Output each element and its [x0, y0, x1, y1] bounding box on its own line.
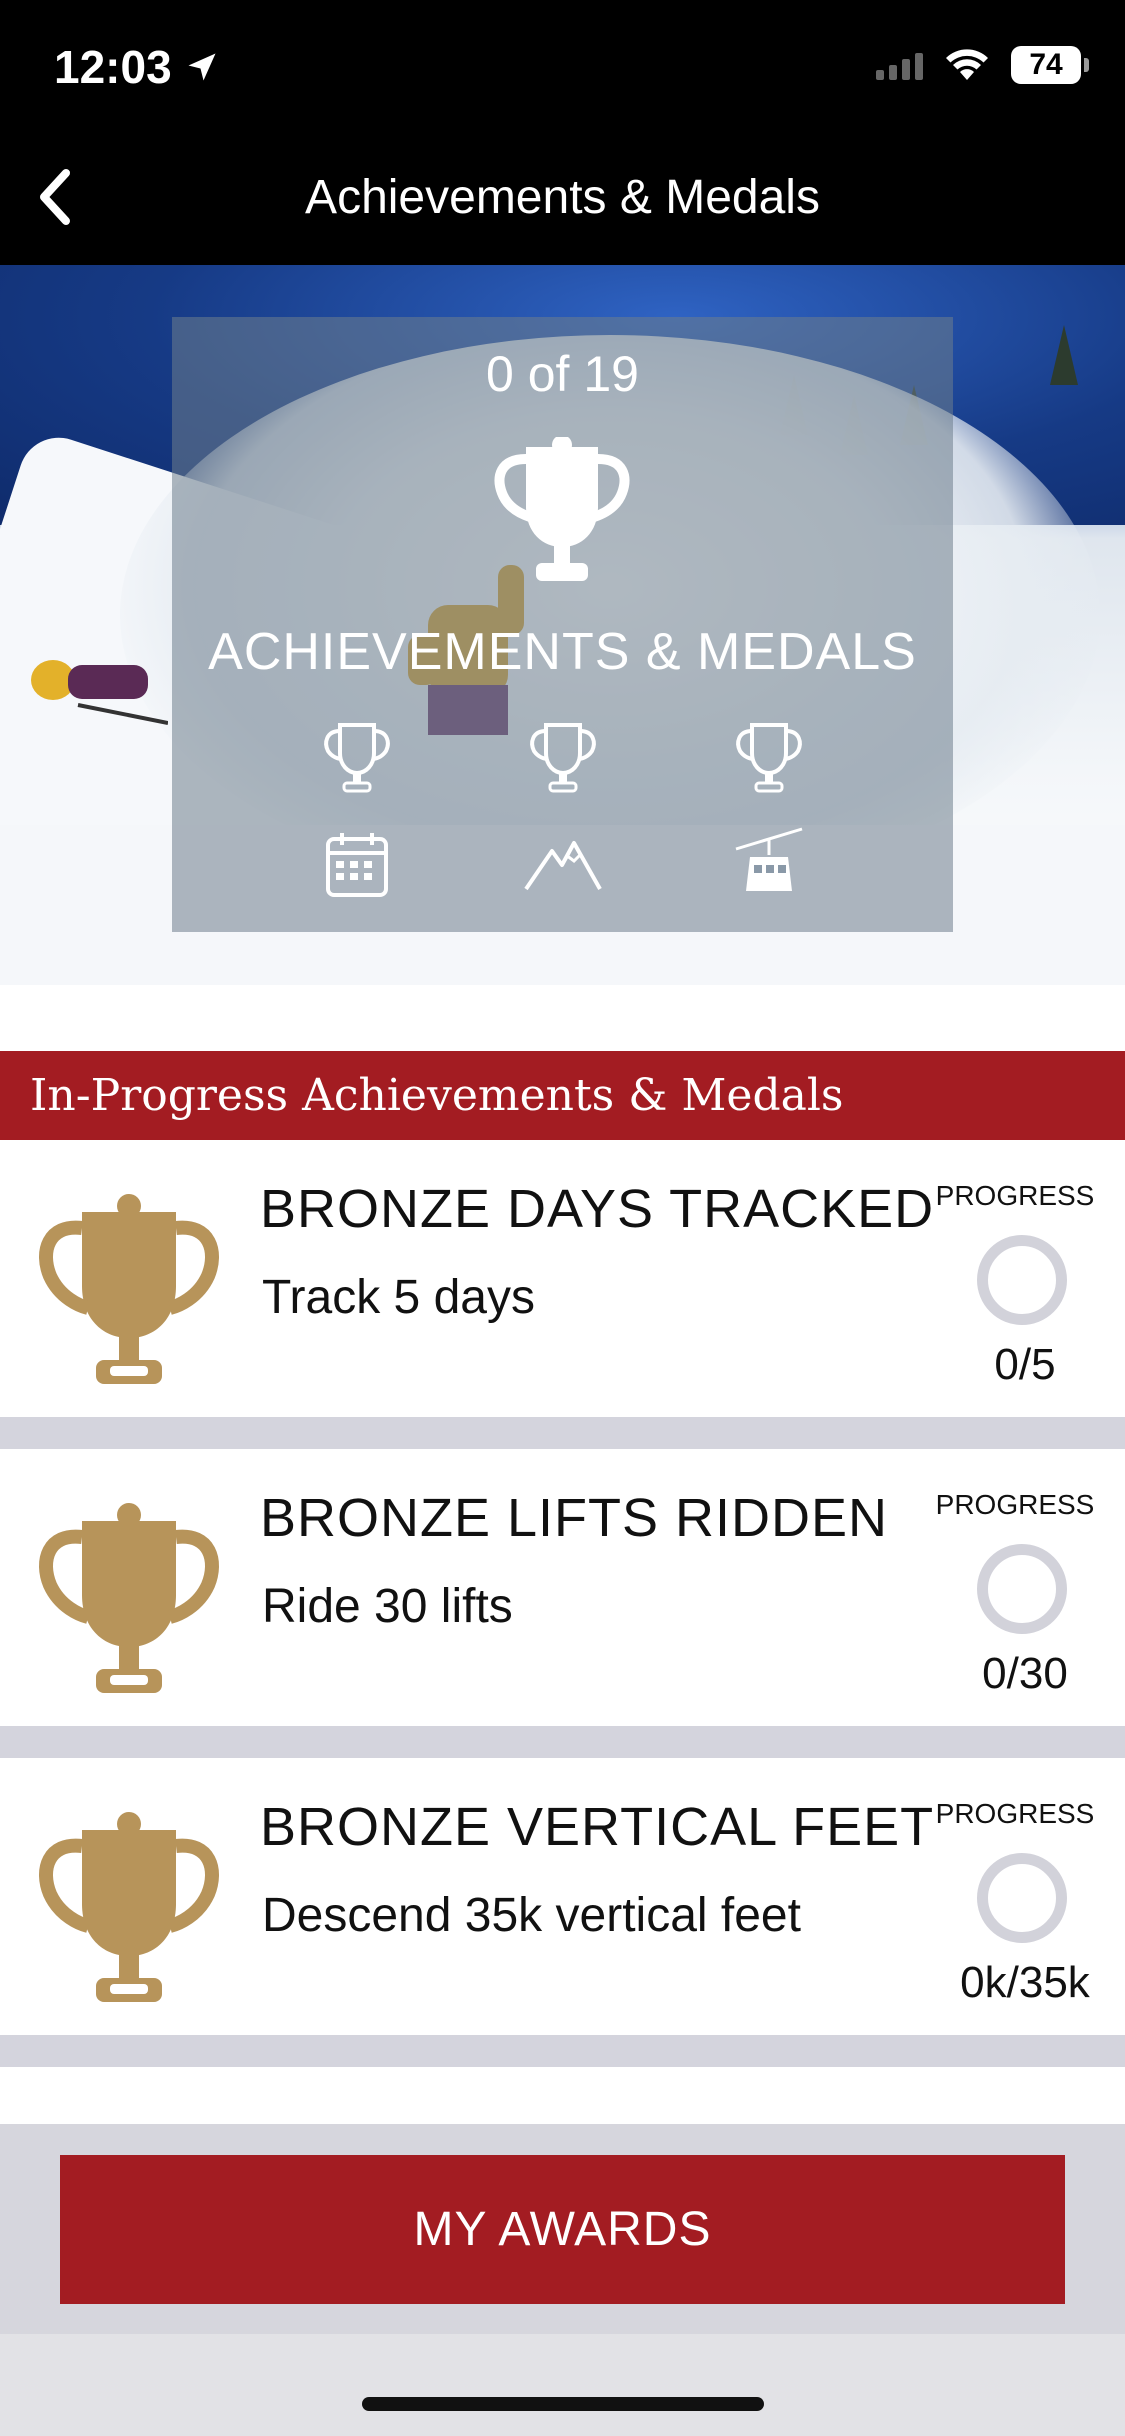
- cellular-signal-icon: [876, 50, 923, 80]
- progress-ring: [977, 1853, 1067, 1943]
- achievement-title: BRONZE LIFTS RIDDEN: [260, 1488, 889, 1548]
- progress-value: 0/30: [982, 1649, 1068, 1698]
- calendar-icon[interactable]: [320, 825, 394, 905]
- home-indicator[interactable]: [362, 2397, 764, 2411]
- trophy-icon[interactable]: [320, 717, 394, 797]
- achievements-summary-panel: 0 of 19 ACHIEVEMENTS & MEDALS: [172, 317, 953, 932]
- progress-label: PROGRESS: [935, 1489, 1095, 1520]
- progress-label: PROGRESS: [935, 1180, 1095, 1211]
- home-indicator-area: [0, 2334, 1125, 2436]
- progress-ring: [977, 1544, 1067, 1634]
- achievement-title: BRONZE DAYS TRACKED: [260, 1179, 935, 1239]
- achievement-card[interactable]: BRONZE DAYS TRACKED Track 5 days PROGRES…: [0, 1140, 1125, 1415]
- achievement-description: Ride 30 lifts: [262, 1580, 513, 1633]
- card-divider: [0, 2035, 1125, 2067]
- top-bar: 12:03 74 Achievements & Medals: [0, 0, 1125, 265]
- my-awards-button[interactable]: MY AWARDS: [60, 2155, 1065, 2304]
- trophy-icon: [494, 437, 630, 581]
- trophy-icon[interactable]: [732, 717, 806, 797]
- section-header: In-Progress Achievements & Medals: [0, 1051, 1125, 1140]
- achievements-heading: ACHIEVEMENTS & MEDALS: [208, 623, 917, 681]
- achievement-description: Descend 35k vertical feet: [262, 1889, 801, 1942]
- achievement-card[interactable]: BRONZE VERTICAL FEET Descend 35k vertica…: [0, 1758, 1125, 2033]
- achievement-card[interactable]: BRONZE LIFTS RIDDEN Ride 30 lifts PROGRE…: [0, 1449, 1125, 1724]
- card-divider: [0, 1726, 1125, 1758]
- bronze-trophy-icon: [39, 1812, 219, 2002]
- status-time-text: 12:03: [54, 41, 172, 93]
- progress-label: PROGRESS: [935, 1798, 1095, 1829]
- location-arrow-icon: [188, 53, 216, 81]
- tree-shape: [1050, 325, 1078, 385]
- skier-figure: [31, 660, 168, 725]
- progress-value: 0/5: [994, 1340, 1056, 1389]
- status-bar-indicators: 74: [876, 46, 1089, 84]
- achievements-count: 0 of 19: [486, 346, 639, 402]
- mountain-icon[interactable]: [522, 825, 604, 905]
- gondola-icon[interactable]: [732, 825, 806, 905]
- card-divider: [0, 1417, 1125, 1449]
- achievement-description: Track 5 days: [262, 1271, 535, 1324]
- battery-indicator: 74: [1011, 46, 1089, 84]
- bronze-trophy-icon: [39, 1194, 219, 1384]
- page-title: Achievements & Medals: [305, 171, 820, 224]
- achievement-title: BRONZE VERTICAL FEET: [260, 1797, 935, 1857]
- progress-ring: [977, 1235, 1067, 1325]
- progress-value: 0k/35k: [960, 1958, 1090, 2007]
- trophy-icon[interactable]: [526, 717, 600, 797]
- status-bar-time: 12:03: [54, 40, 220, 94]
- bronze-trophy-icon: [39, 1503, 219, 1693]
- wifi-icon: [946, 49, 988, 80]
